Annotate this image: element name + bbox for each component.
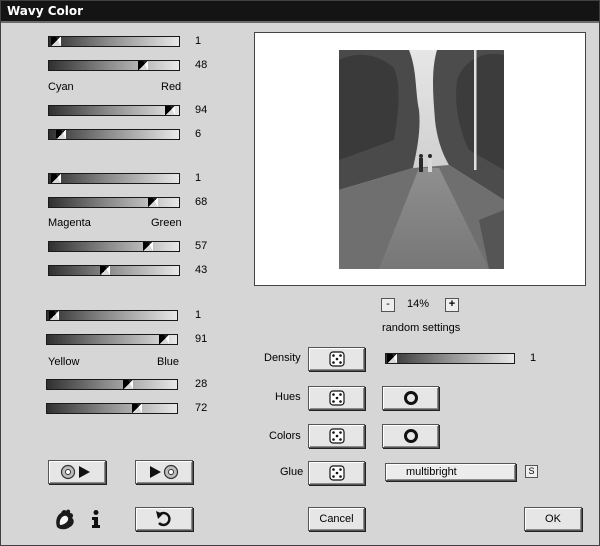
preview-photo bbox=[339, 50, 504, 269]
dice-icon bbox=[328, 428, 345, 444]
slider-thumb[interactable] bbox=[122, 380, 133, 389]
reset-button[interactable] bbox=[135, 507, 193, 531]
slider-value: 28 bbox=[195, 378, 208, 390]
slider-value: 43 bbox=[195, 264, 208, 276]
random-settings-label: random settings bbox=[382, 322, 461, 334]
cancel-button[interactable]: Cancel bbox=[308, 507, 365, 531]
window-title: Wavy Color bbox=[1, 1, 599, 21]
slider-thumb[interactable] bbox=[387, 354, 398, 363]
zoom-level: 14% bbox=[407, 298, 430, 310]
slider-value: 1 bbox=[195, 309, 202, 321]
title-divider bbox=[1, 21, 599, 23]
slider-value: 72 bbox=[195, 402, 208, 414]
play-backward-button[interactable] bbox=[48, 460, 106, 484]
undo-icon bbox=[156, 511, 171, 527]
slider-thumb[interactable] bbox=[50, 174, 61, 183]
glue-mode-value: multibright bbox=[406, 466, 457, 478]
slider-value: 68 bbox=[195, 196, 208, 208]
green-label: Green bbox=[151, 217, 182, 229]
play-forward-button[interactable] bbox=[135, 460, 193, 484]
slider-thumb[interactable] bbox=[50, 37, 61, 46]
zoom-in-button[interactable]: + bbox=[445, 298, 459, 312]
slider-thumb[interactable] bbox=[55, 130, 66, 139]
cyan-red-slider-3[interactable] bbox=[48, 105, 180, 116]
slider-value: 91 bbox=[195, 333, 208, 345]
zoom-out-button[interactable]: - bbox=[381, 298, 395, 312]
dice-icon bbox=[328, 465, 345, 481]
glue-mode-select[interactable]: multibright bbox=[385, 463, 516, 481]
blue-label: Blue bbox=[157, 356, 180, 368]
density-value: 1 bbox=[530, 352, 537, 364]
ring-icon bbox=[403, 391, 418, 405]
slider-value: 6 bbox=[195, 128, 202, 140]
cyan-red-slider-4[interactable] bbox=[48, 129, 180, 140]
yellow-blue-slider-1[interactable] bbox=[46, 310, 178, 321]
dice-icon bbox=[328, 351, 345, 367]
slider-value: 1 bbox=[195, 172, 202, 184]
magenta-green-slider-3[interactable] bbox=[48, 241, 180, 252]
slider-thumb[interactable] bbox=[137, 61, 148, 70]
hues-label: Hues bbox=[275, 391, 301, 403]
colors-label: Colors bbox=[269, 430, 301, 442]
slider-value: 94 bbox=[195, 104, 208, 116]
glue-random-button[interactable] bbox=[308, 461, 365, 485]
hues-random-button[interactable] bbox=[308, 386, 365, 410]
ok-button[interactable]: OK bbox=[524, 507, 582, 531]
slider-thumb[interactable] bbox=[142, 242, 153, 251]
slider-value: 48 bbox=[195, 59, 208, 71]
slider-thumb[interactable] bbox=[131, 404, 142, 413]
yellow-blue-slider-4[interactable] bbox=[46, 403, 178, 414]
yellow-label: Yellow bbox=[48, 356, 80, 368]
magenta-green-slider-4[interactable] bbox=[48, 265, 180, 276]
density-slider[interactable] bbox=[385, 353, 515, 364]
glue-s-button[interactable]: S bbox=[525, 465, 538, 478]
cyan-label: Cyan bbox=[48, 81, 74, 93]
disc-play-icon bbox=[60, 464, 90, 480]
cyan-red-slider-2[interactable] bbox=[48, 60, 180, 71]
road-scene-image bbox=[339, 50, 504, 269]
slider-value: 1 bbox=[195, 35, 202, 47]
image-preview[interactable] bbox=[254, 32, 586, 286]
colors-random-button[interactable] bbox=[308, 424, 365, 448]
ring-icon bbox=[403, 429, 418, 443]
magenta-label: Magenta bbox=[48, 217, 91, 229]
slider-value: 57 bbox=[195, 240, 208, 252]
colors-ring-button[interactable] bbox=[382, 424, 439, 448]
slider-thumb[interactable] bbox=[99, 266, 110, 275]
slider-thumb[interactable] bbox=[148, 198, 158, 207]
hues-ring-button[interactable] bbox=[382, 386, 439, 410]
cyan-red-slider-1[interactable] bbox=[48, 36, 180, 47]
dice-icon bbox=[328, 390, 345, 406]
glue-label: Glue bbox=[280, 466, 304, 478]
play-disc-icon bbox=[150, 464, 179, 480]
yellow-blue-slider-3[interactable] bbox=[46, 379, 178, 390]
yellow-blue-slider-2[interactable] bbox=[46, 334, 178, 345]
info-icon[interactable] bbox=[87, 509, 105, 529]
slider-thumb[interactable] bbox=[159, 335, 169, 344]
density-label: Density bbox=[264, 352, 301, 364]
slider-thumb[interactable] bbox=[48, 311, 59, 320]
plugin-logo-icon[interactable] bbox=[53, 507, 77, 531]
magenta-green-slider-1[interactable] bbox=[48, 173, 180, 184]
red-label: Red bbox=[161, 81, 182, 93]
density-random-button[interactable] bbox=[308, 347, 365, 371]
magenta-green-slider-2[interactable] bbox=[48, 197, 180, 208]
wavy-color-dialog: Wavy Color 1 48 Cyan Red 94 6 1 68 Magen… bbox=[0, 0, 600, 546]
slider-thumb[interactable] bbox=[164, 106, 175, 115]
